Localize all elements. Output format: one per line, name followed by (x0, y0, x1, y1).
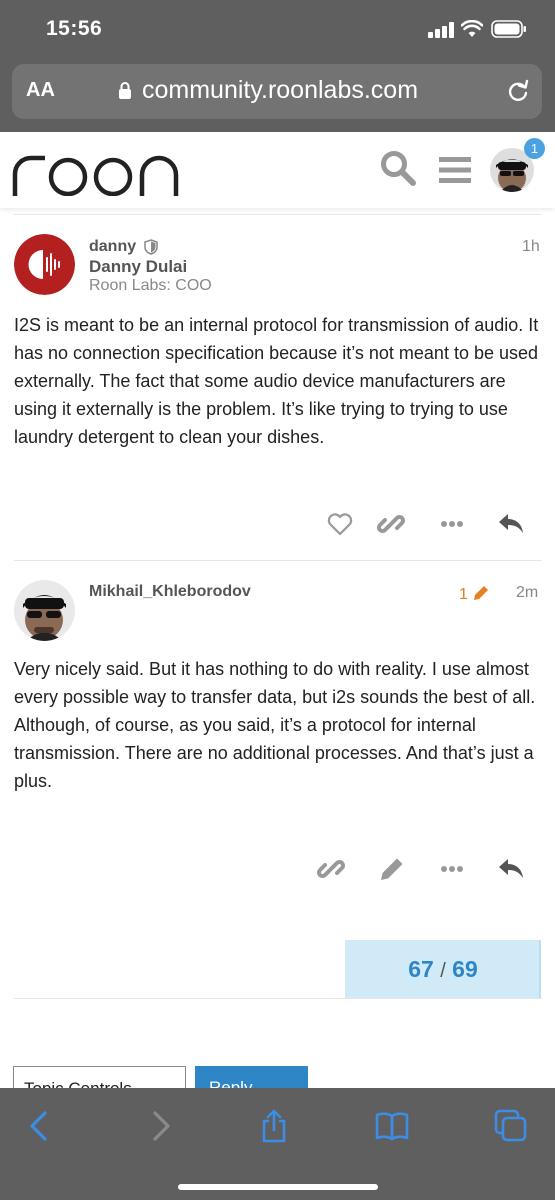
bookmarks-icon[interactable] (374, 1108, 410, 1144)
roon-logo[interactable]: roon (12, 144, 182, 196)
share-link-icon[interactable] (317, 855, 345, 883)
more-options-icon[interactable] (438, 855, 466, 883)
edit-pencil-icon[interactable] (378, 855, 406, 883)
post-paragraph: Although, of course, as you said, it’s a… (14, 715, 534, 791)
hamburger-menu-icon[interactable] (438, 156, 472, 184)
browser-top-chrome: 15:56 AA community.roonlabs.com (0, 0, 555, 132)
edit-history-indicator[interactable]: 1 (459, 584, 490, 604)
battery-icon (491, 20, 526, 38)
post-username[interactable]: danny (89, 238, 136, 256)
tabs-icon[interactable] (493, 1108, 529, 1144)
post-position: 67 / 69 (345, 956, 541, 983)
home-indicator (178, 1184, 378, 1190)
danny-avatar[interactable] (14, 234, 75, 295)
post-time[interactable]: 2m (516, 584, 538, 602)
post-body: I2S is meant to be an internal protocol … (14, 315, 539, 447)
forward-icon[interactable] (142, 1108, 178, 1144)
like-heart-icon[interactable] (326, 510, 354, 538)
notification-badge[interactable]: 1 (524, 138, 545, 159)
moderator-shield-icon (144, 239, 158, 255)
timeline-divider (14, 998, 542, 999)
reload-icon[interactable] (506, 78, 530, 104)
topic-divider (14, 214, 542, 215)
back-icon[interactable] (22, 1108, 58, 1144)
wifi-icon (461, 20, 483, 37)
position-separator: / (440, 960, 446, 982)
share-link-icon[interactable] (377, 510, 405, 538)
more-options-icon[interactable] (438, 510, 466, 538)
current-post-number: 67 (408, 956, 434, 982)
post-full-name: Danny Dulai (89, 257, 188, 276)
edit-count: 1 (459, 586, 468, 603)
post-username[interactable]: Mikhail_Khleborodov (89, 583, 251, 601)
cellular-signal-icon (428, 22, 454, 38)
status-time: 15:56 (46, 17, 103, 40)
post-time[interactable]: 1h (522, 238, 540, 256)
reply-arrow-icon[interactable] (497, 510, 525, 538)
post-body: Very nicely said. But it has nothing to … (14, 655, 544, 795)
post-paragraph: Very nicely said. But it has nothing to … (14, 659, 536, 707)
post-user-title: Roon Labs: COO (89, 277, 212, 294)
search-icon[interactable] (380, 150, 416, 186)
share-icon[interactable] (256, 1108, 292, 1144)
reply-arrow-icon[interactable] (497, 855, 525, 883)
topic-progress[interactable]: 67 / 69 (345, 940, 541, 999)
text-size-label: AA (26, 79, 55, 101)
mikhail-avatar[interactable] (14, 580, 75, 641)
post-divider (14, 560, 542, 561)
address-bar[interactable]: AA community.roonlabs.com (12, 64, 542, 119)
pencil-icon (474, 586, 489, 600)
url-text[interactable]: community.roonlabs.com (142, 76, 418, 105)
text-size-button[interactable]: AA (26, 79, 55, 102)
lock-icon (119, 82, 131, 99)
total-posts: 69 (452, 956, 478, 982)
